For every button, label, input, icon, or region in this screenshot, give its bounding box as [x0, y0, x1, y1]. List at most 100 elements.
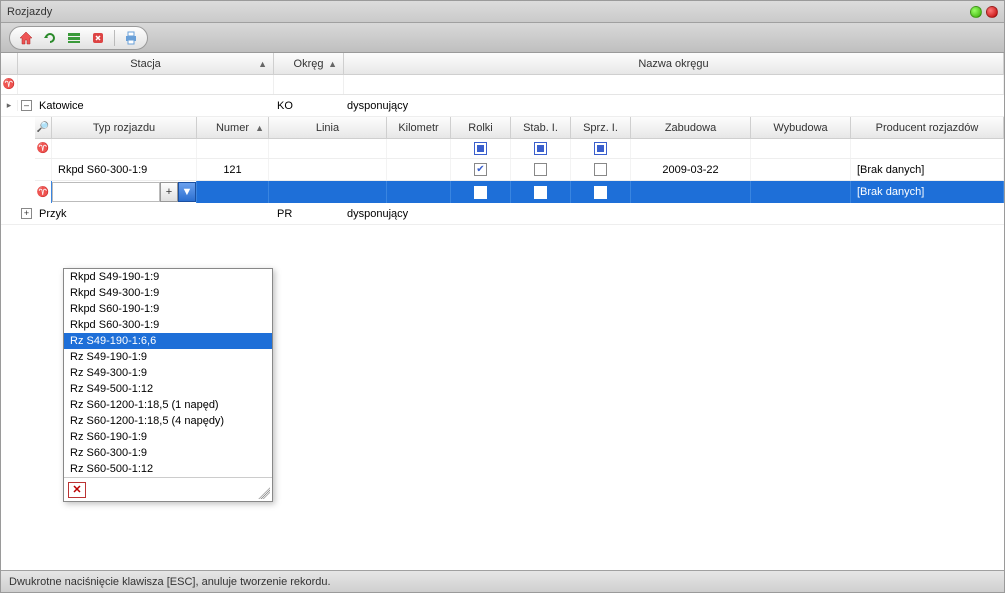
cell-wybudowa [751, 159, 851, 180]
dropdown-item[interactable]: Rz S60-500-1:12 [64, 461, 272, 477]
dropdown-button[interactable]: ▼ [178, 182, 196, 202]
checkbox[interactable] [594, 163, 607, 176]
edit-producent[interactable]: [Brak danych] [851, 181, 1004, 203]
dropdown-item[interactable]: Rkpd S60-190-1:9 [64, 301, 272, 317]
home-icon[interactable] [18, 30, 34, 46]
dropdown-item[interactable]: Rz S60-1200-1:18,5 (1 napęd) [64, 397, 272, 413]
checkbox[interactable] [534, 163, 547, 176]
edit-numer[interactable] [197, 181, 269, 203]
tristate-checkbox[interactable] [534, 142, 547, 155]
table-row[interactable]: Rkpd S60-300-1:9 121 2009-03-22 [Brak da… [35, 159, 1004, 181]
dropdown-popup: Rkpd S49-190-1:9Rkpd S49-300-1:9Rkpd S60… [63, 268, 273, 502]
add-button[interactable]: + [160, 182, 178, 202]
column-header-rolki[interactable]: Rolki [451, 117, 511, 138]
group-okreg: PR [277, 208, 292, 220]
column-header-km[interactable]: Kilometr [387, 117, 451, 138]
dropdown-item[interactable]: Rz S49-190-1:9 [64, 349, 272, 365]
typ-input[interactable] [52, 182, 160, 202]
edit-km[interactable] [387, 181, 451, 203]
column-header-okreg[interactable]: Okręg ▲ [274, 53, 344, 74]
column-label: Nazwa okręgu [638, 58, 708, 70]
column-header-zabudowa[interactable]: Zabudowa [631, 117, 751, 138]
dropdown-item[interactable]: Rz S60-190-1:9 [64, 429, 272, 445]
dropdown-item[interactable]: Rz S60-1200-1:18,5 (4 napędy) [64, 413, 272, 429]
dropdown-item[interactable]: Rz S49-300-1:9 [64, 365, 272, 381]
column-header-sprz[interactable]: Sprz. I. [571, 117, 631, 138]
inner-filter-icon[interactable]: ♈ [35, 139, 52, 158]
expand-toggle[interactable]: + [18, 208, 35, 219]
column-label: Stab. I. [523, 122, 558, 134]
tristate-checkbox[interactable] [594, 142, 607, 155]
filter-cell-stacja[interactable] [18, 75, 274, 94]
sort-asc-icon: ▲ [328, 59, 337, 69]
toolbar-area [1, 23, 1004, 53]
column-header-linia[interactable]: Linia [269, 117, 387, 138]
filter-km[interactable] [387, 139, 451, 158]
filter-cell-icon[interactable]: ♈ [1, 75, 18, 94]
toolbar [9, 26, 148, 50]
refresh-icon[interactable] [42, 30, 58, 46]
list-icon[interactable] [66, 30, 82, 46]
edit-linia[interactable] [269, 181, 387, 203]
filter-cell-okreg[interactable] [274, 75, 344, 94]
filter-producent[interactable] [851, 139, 1004, 158]
filter-sprz[interactable] [571, 139, 631, 158]
inner-header-key[interactable]: 🔎 [35, 117, 52, 138]
column-header-stacja[interactable]: Stacja ▲ [18, 53, 274, 74]
tristate-checkbox[interactable] [474, 186, 487, 199]
dropdown-item[interactable]: Rz S49-190-1:6,6 [64, 333, 272, 349]
cell-stab [511, 159, 571, 180]
column-label: Rolki [468, 122, 492, 134]
resize-grip[interactable] [258, 487, 270, 499]
edit-stab[interactable] [511, 181, 571, 203]
column-label: Okręg [294, 58, 324, 70]
filter-typ[interactable] [52, 139, 197, 158]
column-header-nazwa[interactable]: Nazwa okręgu [344, 53, 1004, 74]
filter-zabudowa[interactable] [631, 139, 751, 158]
dropdown-item[interactable]: Rkpd S60-300-1:9 [64, 317, 272, 333]
close-dot[interactable] [986, 6, 998, 18]
filter-wybudowa[interactable] [751, 139, 851, 158]
print-icon[interactable] [123, 30, 139, 46]
group-row-przyk[interactable]: + Przyk PR dysponujący [1, 203, 1004, 225]
filter-cell-nazwa[interactable] [344, 75, 1004, 94]
column-header-producent[interactable]: Producent rozjazdów [851, 117, 1004, 138]
tristate-checkbox[interactable] [534, 186, 547, 199]
delete-icon[interactable] [90, 30, 106, 46]
minimize-dot[interactable] [970, 6, 982, 18]
column-header-stab[interactable]: Stab. I. [511, 117, 571, 138]
filter-stab[interactable] [511, 139, 571, 158]
edit-zabudowa[interactable] [631, 181, 751, 203]
column-label: Typ rozjazdu [93, 122, 155, 134]
toolbar-divider [114, 30, 115, 46]
dropdown-close-button[interactable]: ✕ [68, 482, 86, 498]
dropdown-footer: ✕ [64, 477, 272, 501]
dropdown-list[interactable]: Rkpd S49-190-1:9Rkpd S49-300-1:9Rkpd S60… [64, 269, 272, 477]
dropdown-item[interactable]: Rz S49-500-1:12 [64, 381, 272, 397]
dropdown-item[interactable]: Rkpd S49-190-1:9 [64, 269, 272, 285]
column-header-numer[interactable]: Numer▲ [197, 117, 269, 138]
checkbox-checked[interactable] [474, 163, 487, 176]
filter-linia[interactable] [269, 139, 387, 158]
edit-rolki[interactable] [451, 181, 511, 203]
tristate-checkbox[interactable] [594, 186, 607, 199]
filter-numer[interactable] [197, 139, 269, 158]
column-label: Wybudowa [773, 122, 827, 134]
column-header-typ[interactable]: Typ rozjazdu [52, 117, 197, 138]
cell-linia [269, 159, 387, 180]
column-header-wybudowa[interactable]: Wybudowa [751, 117, 851, 138]
cell-producent: [Brak danych] [851, 159, 1004, 180]
group-row-katowice[interactable]: ▸ – Katowice KO dysponujący [1, 95, 1004, 117]
dropdown-item[interactable]: Rkpd S49-300-1:9 [64, 285, 272, 301]
edit-wybudowa[interactable] [751, 181, 851, 203]
edit-sprz[interactable] [571, 181, 631, 203]
dropdown-item[interactable]: Rz S60-300-1:9 [64, 445, 272, 461]
edit-row[interactable]: ♈ + ▼ [Brak danych] [35, 181, 1004, 203]
typ-editor-cell[interactable]: + ▼ [52, 181, 197, 203]
tristate-checkbox[interactable] [474, 142, 487, 155]
outer-filter-row: ♈ [1, 75, 1004, 95]
outer-header-row: Stacja ▲ Okręg ▲ Nazwa okręgu [1, 53, 1004, 75]
filter-rolki[interactable] [451, 139, 511, 158]
expand-toggle[interactable]: – [18, 100, 35, 111]
filter-icon: ♈ [3, 79, 15, 90]
